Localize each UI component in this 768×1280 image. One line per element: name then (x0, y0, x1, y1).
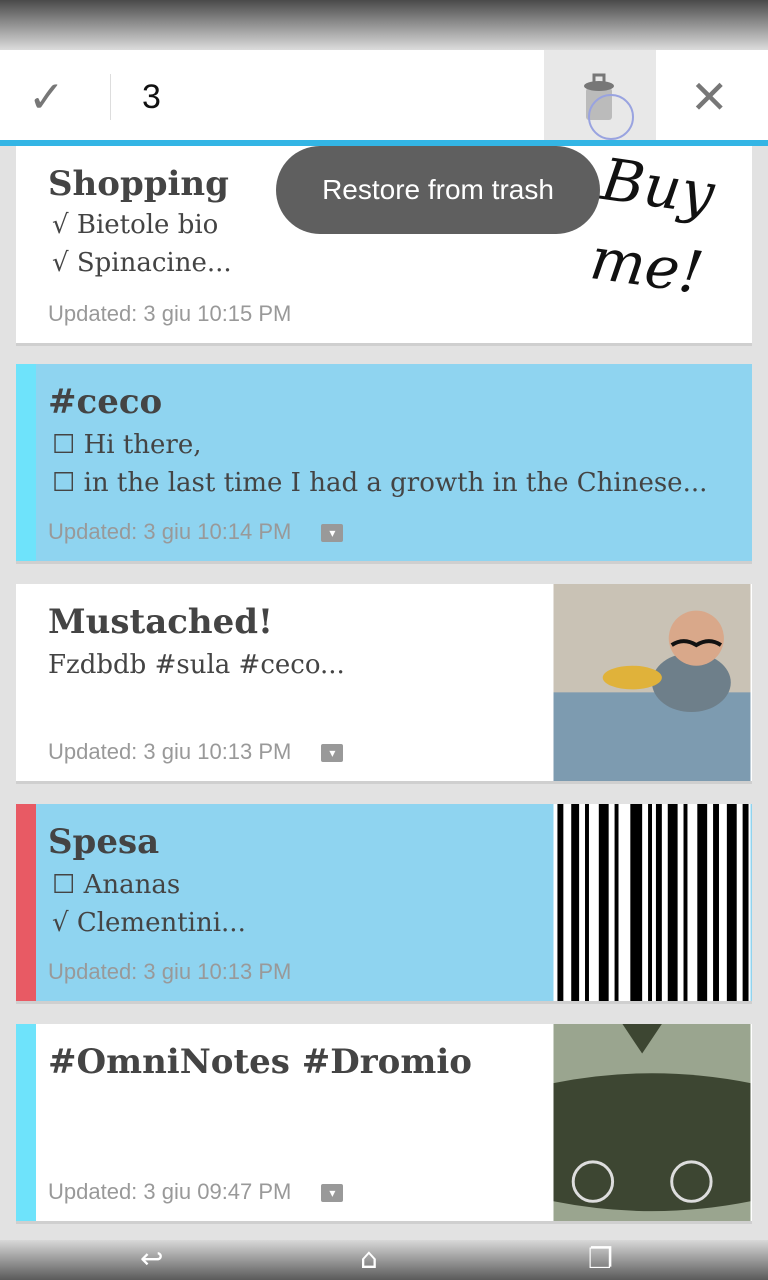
restore-from-trash-icon (584, 73, 634, 140)
note-card[interactable]: Mustached! Fzdbdb #sula #ceco... Updated… (16, 584, 752, 784)
note-updated: Updated: 3 giu 09:47 PM (48, 1179, 292, 1204)
toast-restore-from-trash: Restore from trash (276, 146, 600, 234)
barcode-thumbnail (553, 804, 751, 1001)
note-title: Shopping (48, 164, 229, 204)
archive-icon: ▾ (321, 1184, 344, 1203)
action-mode-bar: ✓ 3 ✕ (0, 50, 768, 140)
note-card[interactable]: Spesa ☐ Ananas √ Clementini... Updated: … (16, 804, 752, 1004)
category-stripe (16, 364, 36, 561)
recents-icon[interactable]: ❐ (588, 1242, 613, 1275)
note-line: √ Clementini... (52, 908, 246, 938)
photo-thumbnail (553, 584, 751, 781)
note-title: Spesa (48, 822, 160, 862)
note-line: Fzdbdb #sula #ceco... (48, 650, 345, 680)
note-card[interactable]: #OmniNotes #Dromio Updated: 3 giu 09:47 … (16, 1024, 752, 1224)
note-title: #ceco (48, 382, 163, 422)
note-line: √ Spinacine... (52, 248, 232, 278)
note-card[interactable]: #ceco ☐ Hi there, ☐ in the last time I h… (16, 364, 752, 564)
divider (110, 74, 111, 120)
check-icon[interactable]: ✓ (28, 72, 65, 123)
note-updated: Updated: 3 giu 10:13 PM (48, 959, 292, 984)
drawing-thumbnail (553, 1024, 751, 1221)
note-title: #OmniNotes #Dromio (48, 1042, 472, 1082)
archive-icon: ▾ (321, 744, 344, 763)
note-updated: Updated: 3 giu 10:15 PM (48, 301, 292, 326)
selected-count: 3 (142, 78, 161, 116)
note-updated: Updated: 3 giu 10:14 PM (48, 519, 292, 544)
status-bar (0, 0, 768, 50)
note-line: ☐ Ananas (52, 870, 181, 900)
note-updated: Updated: 3 giu 10:13 PM (48, 739, 292, 764)
category-stripe (16, 804, 36, 1001)
archive-icon: ▾ (321, 524, 344, 543)
category-stripe (16, 1024, 36, 1221)
navigation-bar: ↩ ⌂ ❐ (0, 1240, 768, 1280)
note-line: ☐ Hi there, (52, 430, 202, 460)
note-line: √ Bietole bio (52, 210, 219, 240)
back-icon[interactable]: ↩ (140, 1242, 163, 1275)
note-line: ☐ in the last time I had a growth in the… (52, 468, 708, 498)
note-title: Mustached! (48, 602, 273, 642)
close-icon[interactable]: ✕ (690, 70, 729, 124)
home-icon[interactable]: ⌂ (360, 1242, 378, 1275)
restore-from-trash-button[interactable] (544, 50, 656, 140)
